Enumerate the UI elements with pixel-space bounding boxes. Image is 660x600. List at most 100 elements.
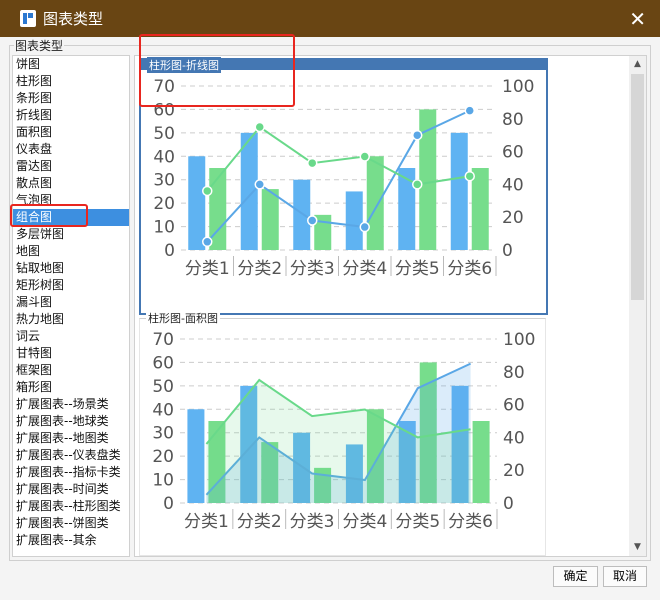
x-tick-label: 分类1 [185, 259, 230, 279]
series-point [254, 179, 265, 190]
chart-type-item[interactable]: 条形图 [13, 90, 129, 107]
chart-type-item[interactable]: 框架图 [13, 362, 129, 379]
chart-type-item[interactable]: 仪表盘 [13, 141, 129, 158]
series-point [254, 121, 265, 133]
y-tick-label-left: 40 [153, 147, 175, 167]
bar [398, 168, 416, 250]
cancel-button[interactable]: 取消 [603, 566, 647, 587]
y-tick-label-right: 40 [502, 175, 524, 195]
y-tick-label-left: 0 [164, 241, 175, 261]
y-tick-label-left: 10 [152, 471, 174, 491]
vertical-scrollbar[interactable]: ▲ ▼ [629, 56, 646, 556]
y-tick-label-right: 40 [503, 428, 525, 448]
title-bar: 图表类型 ✕ [0, 0, 660, 37]
x-tick-label: 分类2 [237, 512, 282, 532]
bar [293, 179, 311, 250]
highlight-box-preview-title [139, 34, 295, 107]
bar [471, 168, 489, 250]
x-tick-label: 分类5 [395, 259, 440, 279]
y-tick-label-left: 50 [153, 124, 175, 144]
y-tick-label-left: 60 [152, 353, 174, 373]
y-tick-label-right: 80 [502, 110, 524, 130]
chart-type-item[interactable]: 扩展图表--仪表盘类 [13, 447, 129, 464]
ok-button[interactable]: 确定 [553, 566, 598, 587]
bar-area-chart: 0 10 20 30 40 50 60 70 0 20 40 60 80 100 分类1 分类2 分类3 分类4 分… [152, 330, 535, 532]
y-tick-label-right: 20 [503, 461, 525, 481]
series-point [307, 157, 318, 169]
y-tick-label-left: 20 [152, 447, 174, 467]
x-tick-label: 分类5 [395, 512, 440, 532]
y-tick-label-right: 20 [502, 208, 524, 228]
chart-type-item[interactable]: 雷达图 [13, 158, 129, 175]
chart-type-item[interactable]: 散点图 [13, 175, 129, 192]
y-tick-label-right: 80 [503, 363, 525, 383]
x-tick-label: 分类6 [448, 512, 493, 532]
series-point [359, 221, 370, 233]
chart-type-item[interactable]: 饼图 [13, 56, 129, 73]
y-tick-label-right: 100 [502, 77, 534, 97]
series-point [464, 105, 475, 116]
preview-card-bar-area[interactable]: 柱形图-面积图 0 10 20 30 40 50 60 70 0 20 40 60 80 100 分类1 分类… [139, 310, 546, 556]
series-point [307, 215, 318, 226]
y-tick-label-left: 20 [153, 194, 175, 214]
y-tick-label-left: 30 [152, 424, 174, 444]
group-label: 图表类型 [14, 37, 65, 54]
dialog-body: 图表类型 饼图 柱形图 条形图 折线图 面积图 仪表盘 雷达图 散点图 气泡图 组合图 多层饼图 地图… [0, 34, 660, 600]
app-logo-icon [20, 10, 36, 27]
y-tick-label-right: 100 [503, 330, 535, 350]
chart-type-list[interactable]: 饼图 柱形图 条形图 折线图 面积图 仪表盘 雷达图 散点图 气泡图 组合图 多层饼图 地图 钻取地图矩… [12, 55, 130, 557]
y-tick-label-right: 0 [503, 494, 514, 514]
x-tick-label: 分类2 [237, 259, 282, 279]
bar [450, 132, 468, 250]
bar [472, 421, 490, 503]
chart-type-item[interactable]: 多层饼图 [13, 226, 129, 243]
bar [187, 409, 205, 503]
chart-type-item[interactable]: 箱形图 [13, 379, 129, 396]
x-tick-label: 分类4 [342, 259, 387, 279]
chart-type-item[interactable]: 扩展图表--指标卡类 [13, 464, 129, 481]
y-tick-label-right: 60 [502, 143, 524, 163]
chart-type-item[interactable]: 甘特图 [13, 345, 129, 362]
chart-type-item[interactable]: 矩形树图 [13, 277, 129, 294]
y-tick-label-left: 0 [163, 494, 174, 514]
y-tick-label-left: 40 [152, 400, 174, 420]
series-point [412, 129, 423, 141]
chart-type-item[interactable]: 漏斗图 [13, 294, 129, 311]
bar [188, 156, 206, 250]
bar [366, 156, 384, 250]
y-tick-label-left: 30 [153, 171, 175, 191]
x-tick-label: 分类6 [447, 259, 492, 279]
chart-preview-pane[interactable]: 柱形图-折线图 0 10 20 30 40 50 60 70 0 20 40 60 80 100 分类1 分类… [134, 55, 647, 557]
x-tick-label: 分类3 [290, 512, 335, 532]
scroll-up-icon[interactable]: ▲ [629, 56, 646, 73]
x-tick-label: 分类1 [184, 512, 229, 532]
chart-type-item[interactable]: 扩展图表--场景类 [13, 396, 129, 413]
bar [345, 191, 363, 250]
chart-type-item[interactable]: 热力地图 [13, 311, 129, 328]
chart-type-item[interactable]: 面积图 [13, 124, 129, 141]
chart-type-item[interactable]: 折线图 [13, 107, 129, 124]
x-tick-label: 分类4 [343, 512, 388, 532]
y-tick-label-left: 50 [152, 377, 174, 397]
chart-type-item[interactable]: 扩展图表--饼图类 [13, 515, 129, 532]
bar [261, 189, 279, 250]
scroll-thumb[interactable] [631, 74, 644, 300]
y-tick-label-left: 10 [153, 218, 175, 238]
chart-type-item[interactable]: 扩展图表--时间类 [13, 481, 129, 498]
chart-type-item[interactable]: 地图 [13, 243, 129, 260]
series-point [412, 179, 423, 190]
chart-type-item[interactable]: 扩展图表--柱形图类 [13, 498, 129, 515]
chart-type-item[interactable]: 扩展图表--地球类 [13, 413, 129, 430]
series-point [202, 236, 213, 248]
chart-type-item[interactable]: 词云 [13, 328, 129, 345]
chart-type-item[interactable]: 扩展图表--其余 [13, 532, 129, 549]
y-tick-label-right: 60 [503, 396, 525, 416]
series-point [464, 170, 475, 182]
close-icon[interactable]: ✕ [629, 7, 646, 31]
highlight-box-selected-type [10, 204, 88, 227]
series-point [202, 185, 213, 197]
chart-type-item[interactable]: 柱形图 [13, 73, 129, 90]
scroll-down-icon[interactable]: ▼ [629, 539, 646, 556]
chart-type-item[interactable]: 扩展图表--地图类 [13, 430, 129, 447]
chart-type-item[interactable]: 钻取地图 [13, 260, 129, 277]
